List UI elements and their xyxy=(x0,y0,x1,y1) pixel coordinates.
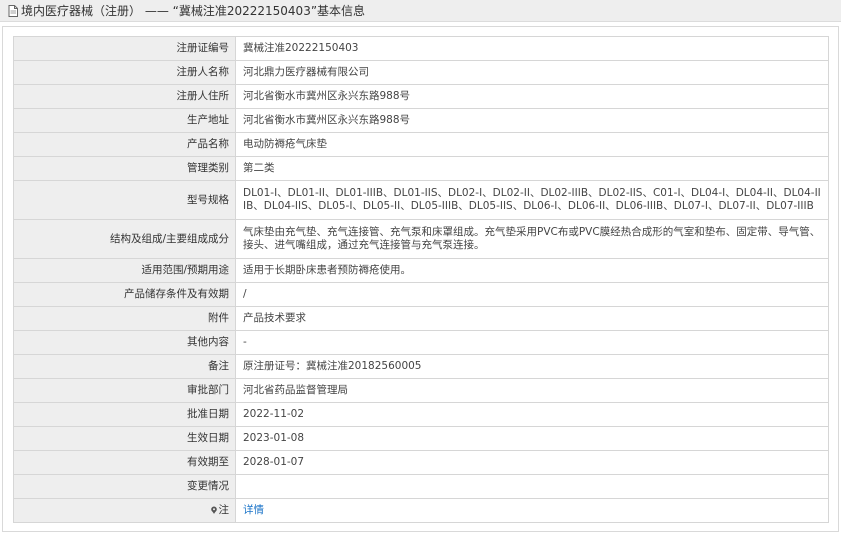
table-row: 产品名称 电动防褥疮气床垫 xyxy=(13,132,829,157)
row-value: / xyxy=(235,282,829,307)
row-label: 生产地址 xyxy=(13,108,236,133)
row-value: 河北省衡水市冀州区永兴东路988号 xyxy=(235,84,829,109)
content-panel: 注册证编号 冀械注准20222150403 注册人名称 河北鼎力医疗器械有限公司… xyxy=(2,26,839,532)
row-label: 附件 xyxy=(13,306,236,331)
row-label: 型号规格 xyxy=(13,180,236,220)
row-value: - xyxy=(235,330,829,355)
table-row: 备注 原注册证号：冀械注准20182560005 xyxy=(13,354,829,379)
row-value: 第二类 xyxy=(235,156,829,181)
table-row: 注册证编号 冀械注准20222150403 xyxy=(13,36,829,61)
registration-info-table: 注册证编号 冀械注准20222150403 注册人名称 河北鼎力医疗器械有限公司… xyxy=(13,36,829,523)
row-label: 备注 xyxy=(13,354,236,379)
row-value: 原注册证号：冀械注准20182560005 xyxy=(235,354,829,379)
pin-icon xyxy=(210,506,217,514)
row-value: 河北省药品监督管理局 xyxy=(235,378,829,403)
note-label-cell: 注 xyxy=(13,498,236,523)
row-label: 生效日期 xyxy=(13,426,236,451)
row-label: 批准日期 xyxy=(13,402,236,427)
table-row: 型号规格 DL01-I、DL01-II、DL01-IIIB、DL01-IIS、D… xyxy=(13,180,829,220)
table-row: 结构及组成/主要组成成分 气床垫由充气垫、充气连接管、充气泵和床罩组成。充气垫采… xyxy=(13,219,829,259)
table-row: 适用范围/预期用途 适用于长期卧床患者预防褥疮使用。 xyxy=(13,258,829,283)
table-row: 其他内容 - xyxy=(13,330,829,355)
row-value: 电动防褥疮气床垫 xyxy=(235,132,829,157)
row-label: 注册证编号 xyxy=(13,36,236,61)
row-value: 适用于长期卧床患者预防褥疮使用。 xyxy=(235,258,829,283)
row-value: 气床垫由充气垫、充气连接管、充气泵和床罩组成。充气垫采用PVC布或PVC膜经热合… xyxy=(235,219,829,259)
table-row: 有效期至 2028-01-07 xyxy=(13,450,829,475)
note-label: 注 xyxy=(218,504,230,516)
table-row: 注册人名称 河北鼎力医疗器械有限公司 xyxy=(13,60,829,85)
table-row: 审批部门 河北省药品监督管理局 xyxy=(13,378,829,403)
page-header: 境内医疗器械（注册） —— “冀械注准20222150403”基本信息 xyxy=(0,0,841,22)
table-row: 附件 产品技术要求 xyxy=(13,306,829,331)
table-row: 变更情况 xyxy=(13,474,829,499)
details-link[interactable]: 详情 xyxy=(243,504,264,516)
table-row: 批准日期 2022-11-02 xyxy=(13,402,829,427)
row-value: DL01-I、DL01-II、DL01-IIIB、DL01-IIS、DL02-I… xyxy=(235,180,829,220)
row-value: 河北鼎力医疗器械有限公司 xyxy=(235,60,829,85)
table-row-note: 注 详情 xyxy=(13,498,829,523)
document-icon xyxy=(8,4,18,17)
row-value: 2023-01-08 xyxy=(235,426,829,451)
row-label: 有效期至 xyxy=(13,450,236,475)
note-value-cell: 详情 xyxy=(235,498,829,523)
row-label: 变更情况 xyxy=(13,474,236,499)
row-value: 产品技术要求 xyxy=(235,306,829,331)
row-value: 冀械注准20222150403 xyxy=(235,36,829,61)
row-label: 其他内容 xyxy=(13,330,236,355)
table-row: 产品储存条件及有效期 / xyxy=(13,282,829,307)
row-label: 结构及组成/主要组成成分 xyxy=(13,219,236,259)
row-value xyxy=(235,474,829,499)
table-row: 注册人住所 河北省衡水市冀州区永兴东路988号 xyxy=(13,84,829,109)
page-title: 境内医疗器械（注册） —— “冀械注准20222150403”基本信息 xyxy=(21,4,366,18)
row-label: 注册人名称 xyxy=(13,60,236,85)
row-label: 注册人住所 xyxy=(13,84,236,109)
table-row: 生产地址 河北省衡水市冀州区永兴东路988号 xyxy=(13,108,829,133)
row-label: 管理类别 xyxy=(13,156,236,181)
row-value: 河北省衡水市冀州区永兴东路988号 xyxy=(235,108,829,133)
table-row: 管理类别 第二类 xyxy=(13,156,829,181)
row-value: 2022-11-02 xyxy=(235,402,829,427)
row-label: 适用范围/预期用途 xyxy=(13,258,236,283)
row-value: 2028-01-07 xyxy=(235,450,829,475)
row-label: 产品储存条件及有效期 xyxy=(13,282,236,307)
table-row: 生效日期 2023-01-08 xyxy=(13,426,829,451)
row-label: 审批部门 xyxy=(13,378,236,403)
row-label: 产品名称 xyxy=(13,132,236,157)
